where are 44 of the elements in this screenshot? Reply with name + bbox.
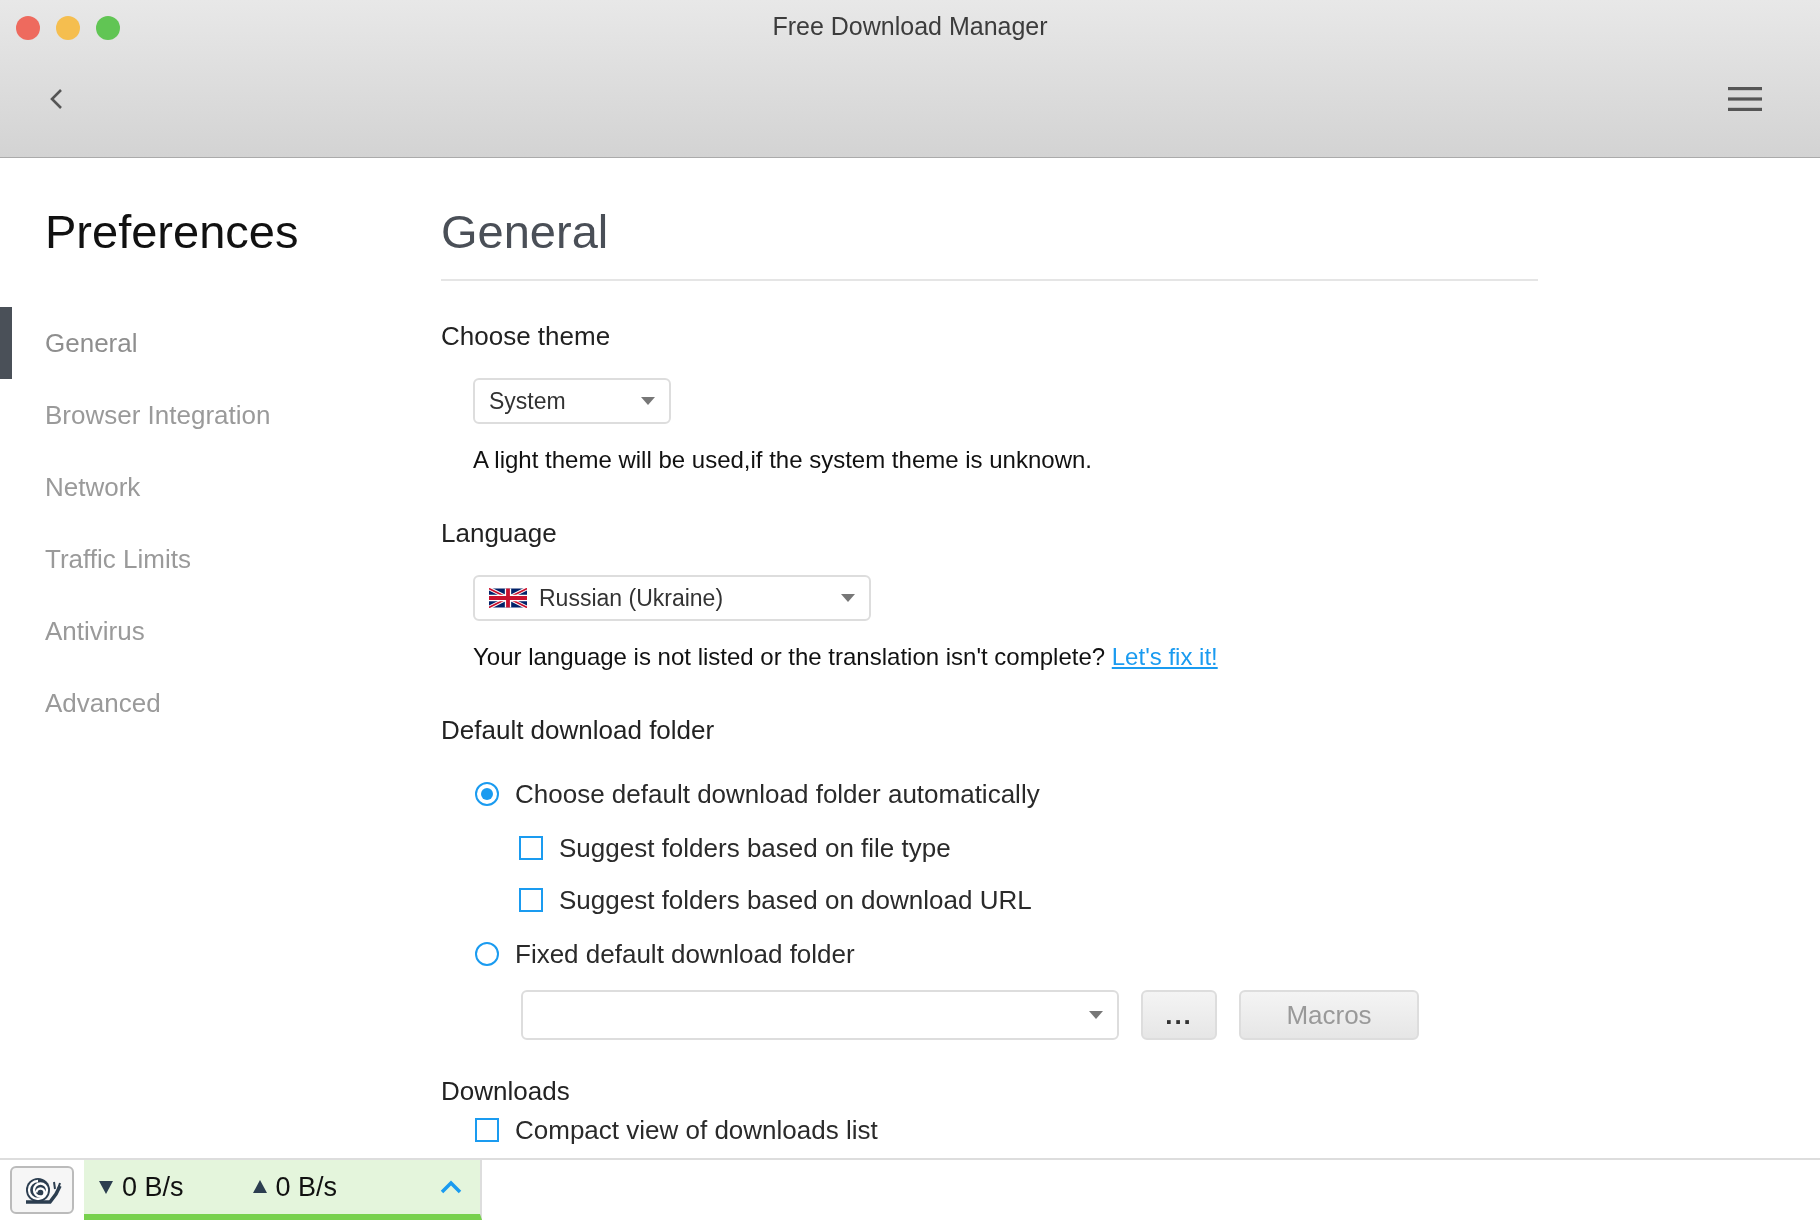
close-icon[interactable] — [16, 16, 40, 40]
speed-panel[interactable]: 0 B/s 0 B/s — [84, 1160, 482, 1220]
hint-text: Your language is not listed or the translation isn't complete? — [473, 643, 1106, 670]
section-label: Default download folder — [441, 715, 715, 746]
upload-arrow-icon — [251, 1179, 268, 1195]
download-speed: 0 B/s — [122, 1171, 184, 1203]
caret-icon — [1089, 1011, 1103, 1019]
option-label: Fixed default download folder — [515, 938, 855, 970]
sidebar-item[interactable]: General — [0, 307, 158, 379]
menu-icon[interactable] — [1728, 86, 1762, 112]
radio-button[interactable] — [475, 782, 499, 806]
page-title: General — [441, 204, 1538, 281]
fix-link[interactable]: Let's fix it! — [1111, 643, 1218, 670]
snail-button[interactable] — [10, 1166, 74, 1214]
upload-speed: 0 B/s — [275, 1171, 338, 1203]
language-dropdown[interactable]: Russian (Ukraine) — [473, 575, 871, 621]
section-label: Choose theme — [441, 321, 611, 352]
preferences-title: Preferences — [45, 204, 299, 259]
checkbox[interactable] — [519, 836, 543, 860]
option-label: Choose default download folder automatically — [515, 778, 1040, 810]
window-title: Free Download Manager — [772, 11, 1048, 41]
zoom-icon[interactable] — [96, 16, 120, 40]
caret-icon — [841, 594, 855, 602]
option-label: Suggest folders based on download URL — [559, 884, 1032, 916]
hint-text: A light theme will be used,if the system theme is unknown. — [473, 446, 1092, 474]
theme-dropdown[interactable]: System — [473, 378, 671, 424]
flag-icon — [489, 588, 527, 608]
sidebar-item[interactable]: Antivirus — [0, 595, 165, 667]
section-label: Downloads — [441, 1076, 570, 1107]
checkbox[interactable] — [519, 888, 543, 912]
download-arrow-icon — [98, 1179, 114, 1195]
sidebar-item[interactable]: Browser Integration — [0, 379, 291, 451]
browse-button[interactable]: ... — [1141, 990, 1217, 1040]
section-label: Language — [441, 518, 557, 549]
option-label: Suggest folders based on file type — [559, 832, 951, 864]
back-icon[interactable] — [48, 87, 64, 111]
sidebar-item[interactable]: Advanced — [0, 667, 181, 739]
sidebar-item[interactable]: Traffic Limits — [0, 523, 211, 595]
sidebar-item[interactable]: Network — [0, 451, 161, 523]
chevron-up-icon[interactable] — [440, 1180, 462, 1194]
radio-button[interactable] — [475, 942, 499, 966]
caret-icon — [641, 397, 655, 405]
option-label: Compact view of downloads list — [515, 1114, 878, 1146]
checkbox[interactable] — [475, 1118, 499, 1142]
